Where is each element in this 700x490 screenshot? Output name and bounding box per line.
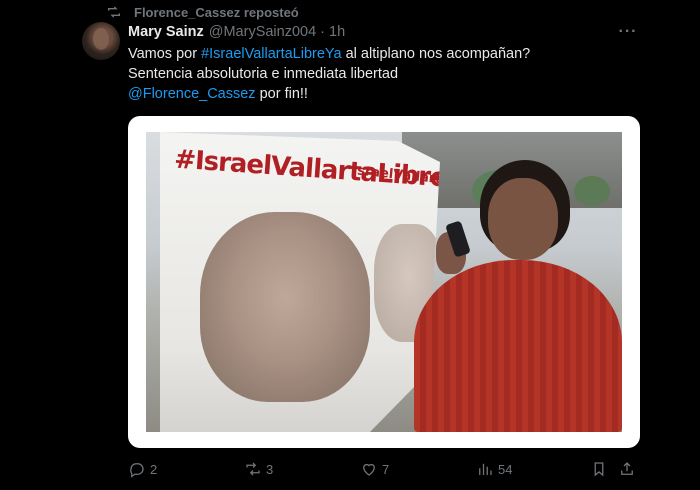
author-name[interactable]: Mary Sainz (128, 24, 204, 40)
repost-indicator[interactable]: Florence_Cassez reposteó (106, 3, 299, 21)
tweet-text: Vamos por #IsraelVallartaLibreYa al alti… (128, 44, 640, 104)
repost-button[interactable]: 3 (244, 458, 273, 480)
text-segment: al altiplano nos acompañan? (341, 46, 531, 62)
hashtag-link[interactable]: #IsraelVallartaLibreYa (201, 46, 342, 62)
like-count: 7 (382, 461, 390, 477)
red-sweater (414, 260, 622, 432)
tweet-actions: 2 3 7 54 (128, 458, 640, 480)
tweet-header: Mary Sainz @MarySainz004 · 1h ··· (128, 22, 642, 42)
timestamp[interactable]: 1h (329, 24, 345, 40)
share-icon (621, 462, 633, 475)
like-button[interactable]: 7 (360, 458, 389, 480)
more-options-icon[interactable]: ··· (614, 22, 642, 42)
bookmark-icon (594, 462, 604, 477)
tweet-photo[interactable]: #IsraelVallartaLibre IsraelVallartaLibre (146, 132, 622, 432)
woman-figure (392, 160, 622, 432)
bookmark-button[interactable] (590, 458, 612, 480)
repost-icon (108, 6, 120, 18)
views-icon (479, 463, 492, 475)
avatar[interactable] (82, 22, 120, 60)
tweet[interactable]: Florence_Cassez reposteó Mary Sainz @Mar… (70, 0, 650, 490)
views-count: 54 (498, 461, 513, 477)
text-segment: por fin!! (255, 86, 308, 102)
repost-label[interactable]: Florence_Cassez reposteó (134, 5, 299, 20)
reply-count: 2 (150, 461, 158, 477)
repost-icon (246, 462, 260, 476)
tweet-line-1: Vamos por #IsraelVallartaLibreYa al alti… (128, 44, 640, 64)
reply-icon (130, 463, 144, 478)
reply-button[interactable]: 2 (128, 458, 157, 480)
text-segment: Vamos por (128, 46, 202, 62)
face (488, 178, 558, 260)
author-handle[interactable]: @MarySainz004 (209, 24, 316, 40)
share-button[interactable] (618, 458, 640, 480)
repost-count: 3 (266, 461, 274, 477)
tweet-line-2: Sentencia absolutoria e inmediata libert… (128, 66, 399, 82)
media-card[interactable]: #IsraelVallartaLibre IsraelVallartaLibre (128, 116, 640, 448)
tweet-line-3: @Florence_Cassez por fin!! (128, 84, 640, 104)
views-button[interactable]: 54 (476, 458, 512, 480)
separator: · (320, 24, 325, 40)
heart-icon (363, 463, 375, 476)
banner-portrait (200, 212, 370, 402)
mention-link[interactable]: @Florence_Cassez (128, 86, 256, 102)
